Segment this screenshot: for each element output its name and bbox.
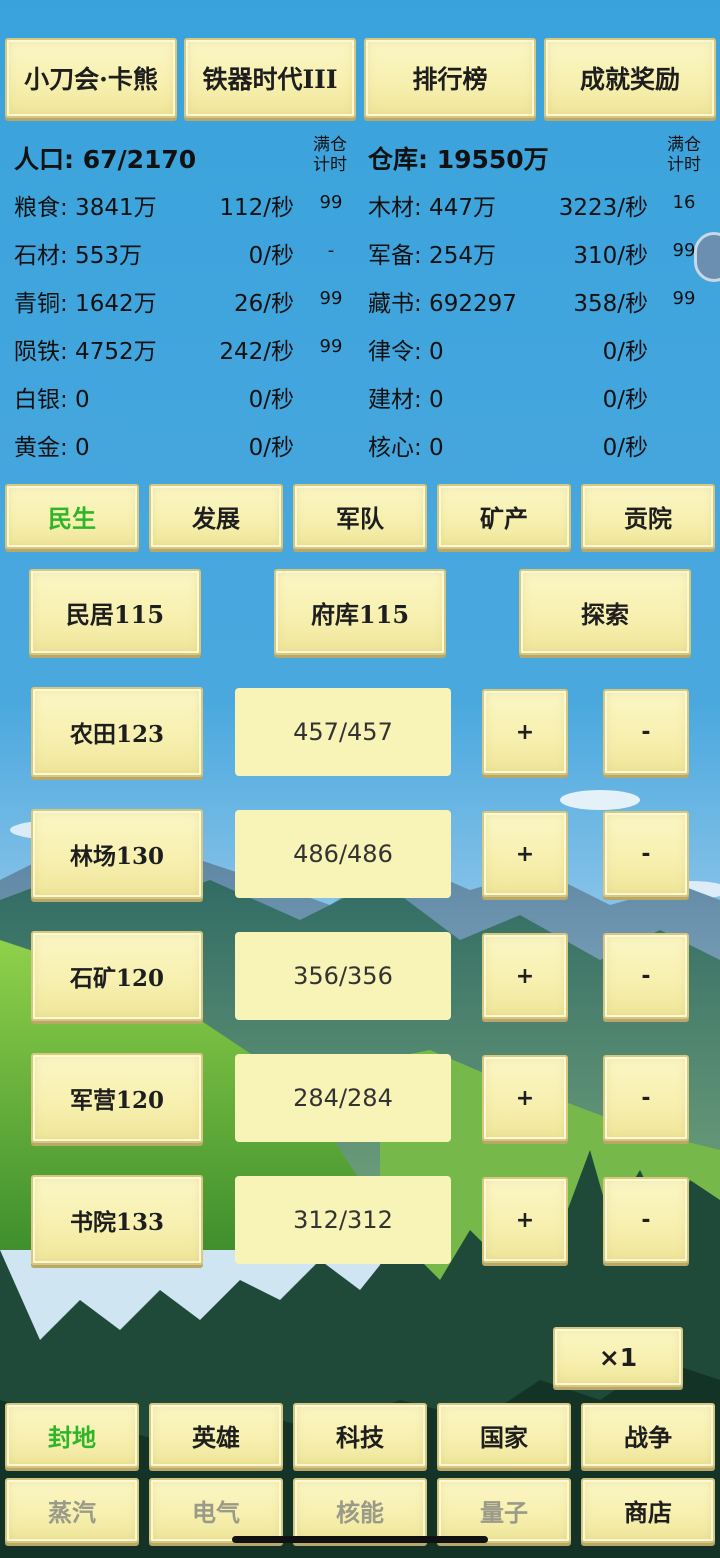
resource-books: 藏书: 692297 bbox=[368, 291, 517, 317]
resource-silver-rate: 0/秒 bbox=[248, 387, 294, 413]
worker-lumber-minus-button[interactable]: - bbox=[603, 811, 689, 897]
building-residence-button[interactable]: 民居115 bbox=[29, 569, 201, 655]
resource-wood: 木材: 447万 bbox=[368, 195, 496, 221]
nav-heroes[interactable]: 英雄 bbox=[149, 1403, 283, 1468]
resource-stone-full: - bbox=[327, 240, 335, 261]
tab-development[interactable]: 发展 bbox=[149, 484, 283, 549]
nav-war[interactable]: 战争 bbox=[581, 1403, 715, 1468]
home-indicator[interactable] bbox=[232, 1536, 488, 1543]
building-treasury-button[interactable]: 府库115 bbox=[274, 569, 446, 655]
top-button-era[interactable]: 铁器时代III bbox=[184, 38, 356, 118]
worker-quarry-minus-button[interactable]: - bbox=[603, 933, 689, 1019]
tab-mining[interactable]: 矿产 bbox=[437, 484, 571, 549]
resource-decree: 律令: 0 bbox=[368, 339, 444, 365]
resource-wood-rate: 3223/秒 bbox=[558, 195, 648, 221]
top-button-achievements[interactable]: 成就奖励 bbox=[544, 38, 716, 118]
resource-gold-rate: 0/秒 bbox=[248, 435, 294, 461]
tab-livelihood[interactable]: 民生 bbox=[5, 484, 139, 549]
worker-academy-minus-button[interactable]: - bbox=[603, 1177, 689, 1263]
side-scroll-handle[interactable] bbox=[694, 232, 720, 282]
resource-bronze-rate: 26/秒 bbox=[233, 291, 294, 317]
resource-grain-rate: 112/秒 bbox=[219, 195, 294, 221]
population-label: 人口: 67/2170 bbox=[14, 145, 197, 174]
worker-quarry-plus-button[interactable]: + bbox=[482, 933, 568, 1019]
landscape-background bbox=[0, 0, 720, 1558]
worker-quarry-label[interactable]: 石矿120 bbox=[31, 931, 203, 1021]
resource-bronze-full: 99 bbox=[319, 288, 343, 309]
tab-army[interactable]: 军队 bbox=[293, 484, 427, 549]
nav-shop[interactable]: 商店 bbox=[581, 1478, 715, 1543]
resource-wood-full: 16 bbox=[672, 192, 696, 213]
resource-gold: 黄金: 0 bbox=[14, 435, 90, 461]
worker-lumber-count: 486/486 bbox=[235, 810, 451, 898]
warehouse-label: 仓库: 19550万 bbox=[368, 145, 549, 174]
worker-academy-count: 312/312 bbox=[235, 1176, 451, 1264]
resource-armament: 军备: 254万 bbox=[368, 243, 496, 269]
resource-stone: 石材: 553万 bbox=[14, 243, 142, 269]
resource-silver: 白银: 0 bbox=[14, 387, 90, 413]
top-button-leaderboard[interactable]: 排行榜 bbox=[364, 38, 536, 118]
resource-books-rate: 358/秒 bbox=[573, 291, 648, 317]
speed-multiplier-button[interactable]: ×1 bbox=[553, 1327, 683, 1387]
worker-barracks-plus-button[interactable]: + bbox=[482, 1055, 568, 1141]
worker-quarry-count: 356/356 bbox=[235, 932, 451, 1020]
resource-building-material: 建材: 0 bbox=[368, 387, 444, 413]
worker-farmland-label[interactable]: 农田123 bbox=[31, 687, 203, 777]
resource-meteoric-iron-rate: 242/秒 bbox=[219, 339, 294, 365]
nav-tech[interactable]: 科技 bbox=[293, 1403, 427, 1468]
resource-grain-full: 99 bbox=[319, 192, 343, 213]
worker-lumber-plus-button[interactable]: + bbox=[482, 811, 568, 897]
resource-meteoric-iron: 陨铁: 4752万 bbox=[14, 339, 157, 365]
nav-steam[interactable]: 蒸汽 bbox=[5, 1478, 139, 1543]
worker-farmland-plus-button[interactable]: + bbox=[482, 689, 568, 775]
nav-nuclear[interactable]: 核能 bbox=[293, 1478, 427, 1543]
nav-fief[interactable]: 封地 bbox=[5, 1403, 139, 1468]
resource-core-rate: 0/秒 bbox=[602, 435, 648, 461]
nav-quantum[interactable]: 量子 bbox=[437, 1478, 571, 1543]
worker-academy-label[interactable]: 书院133 bbox=[31, 1175, 203, 1265]
resource-books-full: 99 bbox=[672, 288, 696, 309]
explore-button[interactable]: 探索 bbox=[519, 569, 691, 655]
resource-building-material-rate: 0/秒 bbox=[602, 387, 648, 413]
nav-nation[interactable]: 国家 bbox=[437, 1403, 571, 1468]
resource-armament-rate: 310/秒 bbox=[573, 243, 648, 269]
top-button-guild[interactable]: 小刀会·卡熊 bbox=[5, 38, 177, 118]
worker-farmland-minus-button[interactable]: - bbox=[603, 689, 689, 775]
resource-decree-rate: 0/秒 bbox=[602, 339, 648, 365]
resource-meteoric-iron-full: 99 bbox=[319, 336, 343, 357]
worker-barracks-label[interactable]: 军营120 bbox=[31, 1053, 203, 1143]
worker-farmland-count: 457/457 bbox=[235, 688, 451, 776]
worker-barracks-count: 284/284 bbox=[235, 1054, 451, 1142]
full-timer-header-right: 满仓 计时 bbox=[667, 135, 701, 175]
tab-academy[interactable]: 贡院 bbox=[581, 484, 715, 549]
full-timer-header-left: 满仓 计时 bbox=[313, 135, 347, 175]
resource-bronze: 青铜: 1642万 bbox=[14, 291, 157, 317]
resource-core: 核心: 0 bbox=[368, 435, 444, 461]
worker-barracks-minus-button[interactable]: - bbox=[603, 1055, 689, 1141]
nav-electric[interactable]: 电气 bbox=[149, 1478, 283, 1543]
worker-academy-plus-button[interactable]: + bbox=[482, 1177, 568, 1263]
worker-lumber-label[interactable]: 林场130 bbox=[31, 809, 203, 899]
resource-grain: 粮食: 3841万 bbox=[14, 195, 157, 221]
resource-stone-rate: 0/秒 bbox=[248, 243, 294, 269]
